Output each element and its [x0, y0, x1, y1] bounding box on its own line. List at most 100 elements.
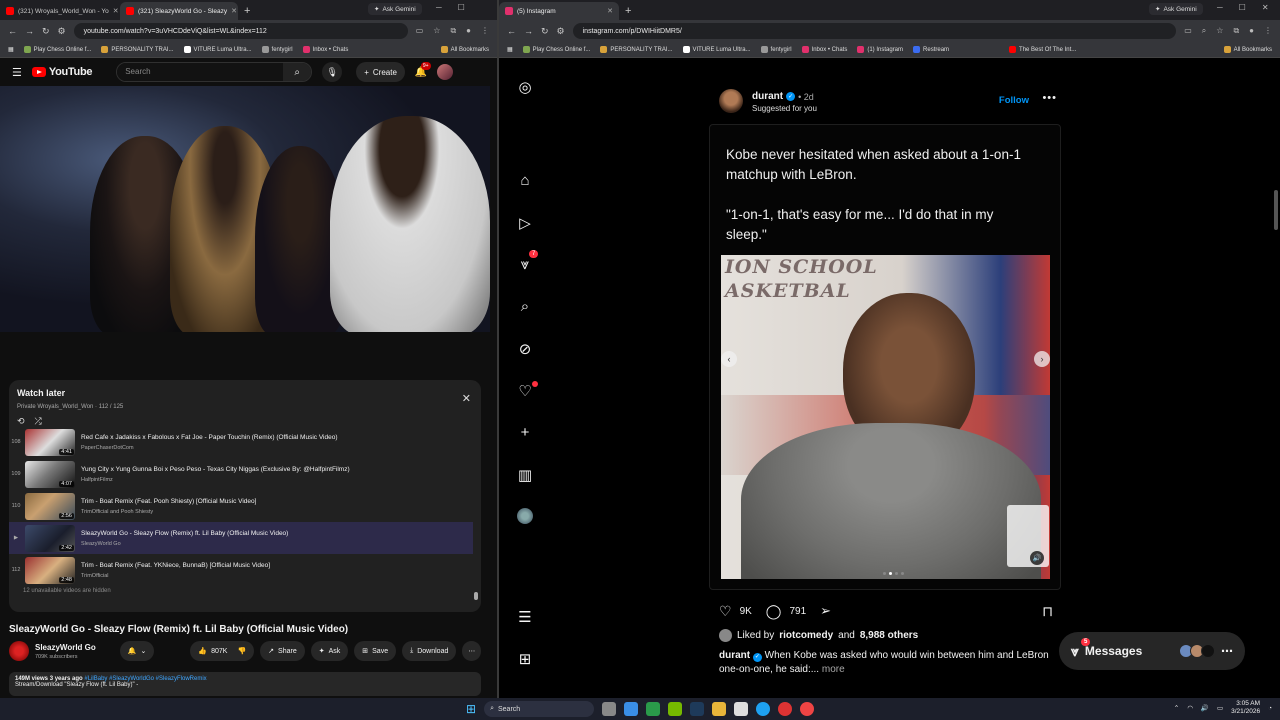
like-button[interactable]: 👍 807K 👎: [190, 641, 255, 661]
back-icon[interactable]: ←: [8, 26, 17, 36]
steam-icon[interactable]: [690, 702, 705, 716]
create-button[interactable]: + Create: [356, 62, 405, 82]
comment-icon[interactable]: ◯: [766, 603, 782, 620]
nvidia-icon[interactable]: [668, 702, 683, 716]
extensions-icon[interactable]: ⧉: [1233, 26, 1239, 36]
menu-icon[interactable]: ⋮: [1264, 26, 1272, 36]
profile-avatar[interactable]: [499, 508, 551, 528]
reload-icon[interactable]: ↻: [42, 26, 50, 37]
speaker-icon[interactable]: 🔊: [1030, 551, 1044, 565]
tab-youtube-1[interactable]: (321) Wroyals_World_Won - Yo ✕: [0, 2, 120, 20]
description-box[interactable]: 149M views 3 years ago #LilBaby #SleazyW…: [9, 672, 481, 696]
search-icon[interactable]: ⌕: [499, 298, 551, 315]
threads-icon[interactable]: ⊞: [499, 650, 551, 668]
bookmark-item[interactable]: fentygirl: [760, 46, 792, 53]
file-explorer-icon[interactable]: [712, 702, 727, 716]
chrome-profile-icon[interactable]: [800, 702, 815, 716]
wifi-icon[interactable]: ◠: [1187, 704, 1193, 712]
ask-gemini-button[interactable]: ✦ Ask Gemini: [368, 3, 422, 15]
download-button[interactable]: ⤓ Download: [402, 641, 457, 661]
maximize-icon[interactable]: ☐: [1239, 3, 1246, 12]
playlist-scrollbar[interactable]: [474, 432, 478, 604]
forward-icon[interactable]: →: [524, 26, 533, 36]
chrome-icon[interactable]: [778, 702, 793, 716]
close-icon[interactable]: ✕: [113, 7, 119, 15]
new-tab-button[interactable]: +: [619, 2, 637, 20]
subscribed-bell-button[interactable]: 🔔 ⌄: [119, 641, 155, 661]
share-icon[interactable]: ➢: [820, 603, 831, 619]
bookmark-item[interactable]: Restream: [913, 46, 949, 53]
like-heart-icon[interactable]: ♡: [719, 603, 732, 620]
close-window-icon[interactable]: ✕: [1262, 3, 1269, 12]
post-username[interactable]: durant: [752, 91, 783, 102]
more-options-icon[interactable]: •••: [1042, 92, 1057, 104]
all-bookmarks[interactable]: All Bookmarks: [440, 46, 489, 53]
share-button[interactable]: ↗ Share: [260, 641, 305, 661]
close-icon[interactable]: ✕: [607, 7, 613, 15]
video-player[interactable]: [0, 86, 490, 332]
bookmark-item[interactable]: (1) Instagram: [857, 46, 903, 53]
ask-button[interactable]: ✦ Ask: [310, 641, 349, 661]
save-button[interactable]: ⊞ Save: [354, 641, 397, 661]
cast-icon[interactable]: ▭: [416, 26, 424, 36]
url-field[interactable]: instagram.com/p/DWIHiitDMR5/: [572, 23, 1177, 39]
list-item-current[interactable]: ▶ 2:42 SleazyWorld Go - Sleazy Flow (Rem…: [9, 522, 473, 554]
bookmark-item[interactable]: PERSONALITY TRAI...: [600, 46, 673, 53]
notifications-bell-icon[interactable]: 🔔 9+: [415, 61, 431, 78]
bookmark-item[interactable]: fentygirl: [261, 46, 293, 53]
create-plus-icon[interactable]: +: [499, 424, 551, 441]
channel-avatar[interactable]: [9, 641, 29, 661]
video-thumbnail[interactable]: 4:41: [25, 428, 75, 456]
url-field[interactable]: youtube.com/watch?v=3uVHCDdeViQ&list=WL&…: [73, 23, 408, 39]
carousel-next-icon[interactable]: ›: [1034, 351, 1050, 367]
bookmark-item[interactable]: The Best Of The Int...: [1009, 46, 1076, 53]
minimize-icon[interactable]: ─: [436, 3, 442, 12]
tab-instagram[interactable]: (5) Instagram ✕: [499, 2, 619, 20]
more-icon[interactable]: ⋯: [1221, 644, 1233, 658]
instagram-logo-icon[interactable]: ◎: [499, 78, 551, 96]
more-menu-icon[interactable]: ☰: [499, 608, 551, 626]
profile-icon[interactable]: ●: [1249, 26, 1254, 36]
bookmark-star-icon[interactable]: ☆: [433, 26, 440, 36]
avatar[interactable]: [719, 89, 743, 113]
cast-icon[interactable]: ▭: [1184, 26, 1192, 36]
explore-icon[interactable]: ⊘: [499, 340, 551, 358]
task-view-icon[interactable]: [602, 702, 617, 716]
thumbs-down-icon[interactable]: 👎: [237, 647, 246, 655]
forward-icon[interactable]: →: [25, 26, 34, 36]
liked-by-others[interactable]: 8,988 others: [860, 630, 918, 641]
follow-button[interactable]: Follow: [999, 95, 1029, 106]
close-playlist-icon[interactable]: ✕: [462, 392, 471, 405]
mic-icon[interactable]: 🎙: [322, 62, 343, 82]
caption-more-link[interactable]: more: [822, 664, 845, 675]
site-info-icon[interactable]: ⚙: [557, 26, 565, 37]
bookmark-star-icon[interactable]: ☆: [1216, 26, 1223, 36]
profile-icon[interactable]: ●: [466, 26, 471, 36]
carousel-prev-icon[interactable]: ‹: [721, 351, 737, 367]
windows-start-icon[interactable]: ⊞: [466, 702, 476, 716]
minimize-icon[interactable]: ─: [1217, 3, 1223, 12]
notification-icon[interactable]: ◔: [1268, 705, 1272, 712]
dashboard-icon[interactable]: ▥: [499, 466, 551, 484]
apps-icon[interactable]: ▦: [507, 46, 513, 53]
site-info-icon[interactable]: ⚙: [58, 26, 66, 37]
search-input[interactable]: Search: [117, 63, 284, 81]
video-thumbnail[interactable]: 2:42: [25, 524, 75, 552]
messages-button[interactable]: ⩔ 5 Messages ⋯: [1059, 632, 1245, 670]
liked-by-user[interactable]: riotcomedy: [779, 630, 833, 641]
hamburger-menu-icon[interactable]: ☰: [12, 66, 22, 79]
notepad-icon[interactable]: [734, 702, 749, 716]
channel-name[interactable]: SleazyWorld Go: [35, 643, 96, 652]
search-box[interactable]: Search ⌕: [116, 62, 313, 82]
notifications-heart-icon[interactable]: ♡: [499, 381, 551, 400]
zoom-icon[interactable]: ⌕: [1202, 26, 1206, 36]
bookmark-item[interactable]: PERSONALITY TRAI...: [101, 46, 174, 53]
liker-avatar[interactable]: [719, 629, 732, 642]
terminal-icon[interactable]: [646, 702, 661, 716]
bookmark-item[interactable]: VITURE Luma Ultra...: [183, 46, 252, 53]
tray-chevron-icon[interactable]: ⌃: [1174, 704, 1179, 712]
bookmark-item[interactable]: Play Chess Online f...: [23, 46, 91, 53]
all-bookmarks[interactable]: All Bookmarks: [1223, 46, 1272, 53]
menu-icon[interactable]: ⋮: [481, 26, 489, 36]
bookmark-icon[interactable]: ⊓: [1042, 603, 1053, 620]
